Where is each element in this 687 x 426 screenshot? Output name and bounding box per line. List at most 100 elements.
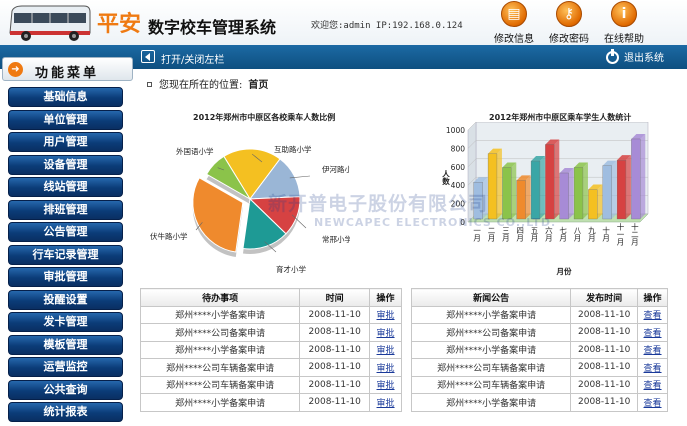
bar-side <box>568 168 574 219</box>
sidebar-item-10[interactable]: 投醒设置 <box>8 289 123 310</box>
table-cell: 郑州****公司备案申请 <box>410 323 572 342</box>
table-cell: 郑州****小学备案申请 <box>139 393 301 412</box>
brand-name: 平安 <box>97 11 142 37</box>
news-table: 新闻公告 发布时间 操作 郑州****小学备案申请 2008-11-10 查看 郑州****… <box>410 288 668 412</box>
action-link[interactable]: 审批 <box>377 399 395 409</box>
pie-label: 伏牛路小学 <box>150 231 188 241</box>
bar <box>602 165 612 220</box>
todo-table: 待办事项 时间 操作 郑州****小学备案申请 2008-11-10 审批 郑州****公司… <box>139 288 402 412</box>
toggle-sidebar-icon[interactable] <box>141 50 155 63</box>
key-icon: ⚷ <box>556 1 582 27</box>
sidebar-item-1[interactable]: 基础信息 <box>8 87 123 107</box>
sidebar-item-14[interactable]: 公共查询 <box>8 379 123 400</box>
action-link[interactable]: 审批 <box>377 364 395 374</box>
table-cell: 郑州****小学备案申请 <box>410 340 572 359</box>
table-cell: 查看 <box>637 358 668 377</box>
breadcrumb-prefix: 您现在所在的位置: <box>159 80 243 91</box>
table-cell: 查看 <box>637 393 668 412</box>
sidebar-item-8[interactable]: 行车记录管理 <box>8 244 123 265</box>
table-row: 郑州****小学备案申请 2008-11-10 查看 <box>410 305 668 324</box>
app-header: 平安 数字校车管理系统 欢迎您:admin IP:192.168.0.124 ▤… <box>0 0 687 45</box>
table-cell: 2008-11-10 <box>299 323 371 342</box>
sidebar-item-3[interactable]: 用户管理 <box>8 132 123 152</box>
pie-chart-title: 2012年郑州市中原区各校乘车人数比例 <box>193 113 336 122</box>
table-cell: 郑州****公司车辆备案申请 <box>139 375 301 394</box>
table-row: 郑州****公司车辆备案申请 2008-11-10 审批 <box>139 358 402 377</box>
action-link[interactable]: 查看 <box>644 329 662 339</box>
table-cell: 郑州****小学备案申请 <box>410 305 572 324</box>
bar-side <box>611 160 617 219</box>
online-help-label: 在线帮助 <box>604 34 644 45</box>
change-password-button[interactable]: ⚷ 修改密码 <box>541 1 597 45</box>
edit-icon: ▤ <box>501 1 527 27</box>
sidebar-item-13[interactable]: 运营监控 <box>8 357 123 377</box>
watermark: 新开普电子股份有限公司 NEWCAPEC ELECTRONICS CO.,LTD… <box>268 189 556 229</box>
table-cell: 2008-11-10 <box>299 340 371 359</box>
table-header-row: 新闻公告 发布时间 操作 <box>410 288 668 307</box>
sidebar-item-15[interactable]: 统计报表 <box>8 402 123 422</box>
toggle-sidebar-link[interactable]: 打开/关闭左栏 <box>161 51 224 66</box>
pie-label: 伊河路小学 <box>322 164 350 174</box>
action-link[interactable]: 查看 <box>644 346 662 356</box>
action-link[interactable]: 审批 <box>377 329 395 339</box>
table-cell: 2008-11-10 <box>570 358 639 377</box>
bus-logo-icon <box>9 5 91 41</box>
column-header: 操作 <box>369 288 402 307</box>
sidebar-item-4[interactable]: 设备管理 <box>8 154 123 175</box>
x-tick-label: 十月 <box>601 225 610 243</box>
pie-label: 常邢小学 <box>322 234 350 244</box>
watermark-cn: 新开普电子股份有限公司 <box>268 193 489 215</box>
table-cell: 查看 <box>637 323 668 342</box>
table-cell: 2008-11-10 <box>570 305 639 324</box>
action-link[interactable]: 查看 <box>644 399 662 409</box>
action-link[interactable]: 审批 <box>377 381 395 391</box>
sidebar-item-2[interactable]: 单位管理 <box>8 109 123 130</box>
x-tick-label: 十二月 <box>630 221 639 246</box>
menu-header: ➜ 功能菜单 <box>2 57 133 81</box>
table-cell: 2008-11-10 <box>299 305 371 324</box>
logout-button[interactable]: 退出系统 <box>606 49 664 64</box>
column-header: 待办事项 <box>139 288 301 307</box>
table-cell: 郑州****公司车辆备案申请 <box>410 358 572 377</box>
info-icon: i <box>611 1 637 27</box>
table-cell: 审批 <box>369 305 402 324</box>
sidebar-menu: 基础信息 单位管理 用户管理 设备管理 线站管理 排班管理 公告管理 行车记录管理 审批管理 投醒… <box>8 87 123 425</box>
power-icon <box>606 49 619 64</box>
y-axis-label: 人数 <box>441 170 450 187</box>
pie-label: 互助路小学 <box>274 144 312 154</box>
system-name: 数字校车管理系统 <box>148 18 277 37</box>
column-header: 发布时间 <box>570 288 639 307</box>
y-tick-label: 800 <box>451 144 466 153</box>
online-help-button[interactable]: i 在线帮助 <box>596 1 652 45</box>
sidebar-item-5[interactable]: 线站管理 <box>8 177 123 197</box>
breadcrumb-current: 首页 <box>248 80 269 91</box>
action-link[interactable]: 查看 <box>644 364 662 374</box>
table-cell: 郑州****小学备案申请 <box>410 393 572 412</box>
sidebar-item-9[interactable]: 审批管理 <box>8 267 123 287</box>
action-link[interactable]: 审批 <box>377 346 395 356</box>
bar <box>559 172 569 220</box>
sidebar-item-12[interactable]: 模板管理 <box>8 334 123 355</box>
bar <box>616 159 627 220</box>
table-cell: 审批 <box>369 323 402 342</box>
x-tick-label: 八月 <box>573 227 582 243</box>
table-cell: 郑州****小学备案申请 <box>139 305 301 324</box>
edit-info-button[interactable]: ▤ 修改信息 <box>486 1 542 45</box>
x-tick-label: 九月 <box>587 226 596 243</box>
breadcrumb: 您现在所在的位置: 首页 <box>147 76 268 91</box>
table-cell: 郑州****公司车辆备案申请 <box>410 375 572 394</box>
sidebar-item-11[interactable]: 发卡管理 <box>8 312 123 332</box>
action-link[interactable]: 审批 <box>377 311 395 321</box>
table-cell: 2008-11-10 <box>299 358 371 377</box>
action-link[interactable]: 查看 <box>644 381 662 391</box>
sidebar-item-7[interactable]: 公告管理 <box>8 222 123 242</box>
table-cell: 2008-11-10 <box>299 375 371 394</box>
table-row: 郑州****小学备案申请 2008-11-10 审批 <box>139 305 402 324</box>
table-cell: 审批 <box>369 393 402 412</box>
table-cell: 查看 <box>637 375 668 394</box>
column-header: 新闻公告 <box>410 288 572 307</box>
sidebar-item-6[interactable]: 排班管理 <box>8 199 123 220</box>
x-tick-label: 七月 <box>558 226 567 243</box>
action-link[interactable]: 查看 <box>644 311 662 321</box>
table-cell: 2008-11-10 <box>570 393 639 412</box>
